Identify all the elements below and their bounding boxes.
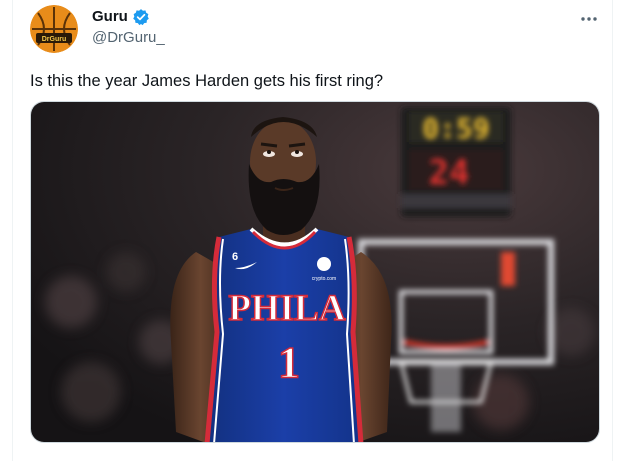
tweet-card[interactable]: DrGuru Guru @DrGuru_ Is this the year Ja… bbox=[12, 0, 613, 461]
sponsor-logo-icon bbox=[317, 257, 331, 271]
jersey-team: PHILA bbox=[228, 288, 345, 329]
user-handle[interactable]: @DrGuru_ bbox=[92, 28, 165, 48]
jersey-number: 1 bbox=[278, 338, 300, 387]
avatar[interactable]: DrGuru bbox=[30, 5, 78, 53]
verified-badge-icon bbox=[133, 9, 149, 26]
scoreboard-clock: 0:59 bbox=[422, 112, 489, 145]
sponsor-text: crypto.com bbox=[312, 276, 336, 282]
tweet-text: Is this the year James Harden gets his f… bbox=[30, 72, 384, 90]
scoreboard-score: 24 bbox=[429, 153, 470, 193]
avatar-text: DrGuru bbox=[42, 36, 67, 43]
more-icon[interactable] bbox=[578, 8, 600, 30]
basketball-avatar: DrGuru bbox=[30, 5, 78, 53]
tweet-photo[interactable]: 0:59 24 6 crypto.com PHILA 1 bbox=[30, 101, 600, 443]
photo-scene: 0:59 24 6 crypto.com PHILA 1 bbox=[31, 102, 599, 442]
display-name[interactable]: Guru bbox=[92, 7, 128, 27]
jersey-collar-number: 6 bbox=[232, 251, 238, 263]
